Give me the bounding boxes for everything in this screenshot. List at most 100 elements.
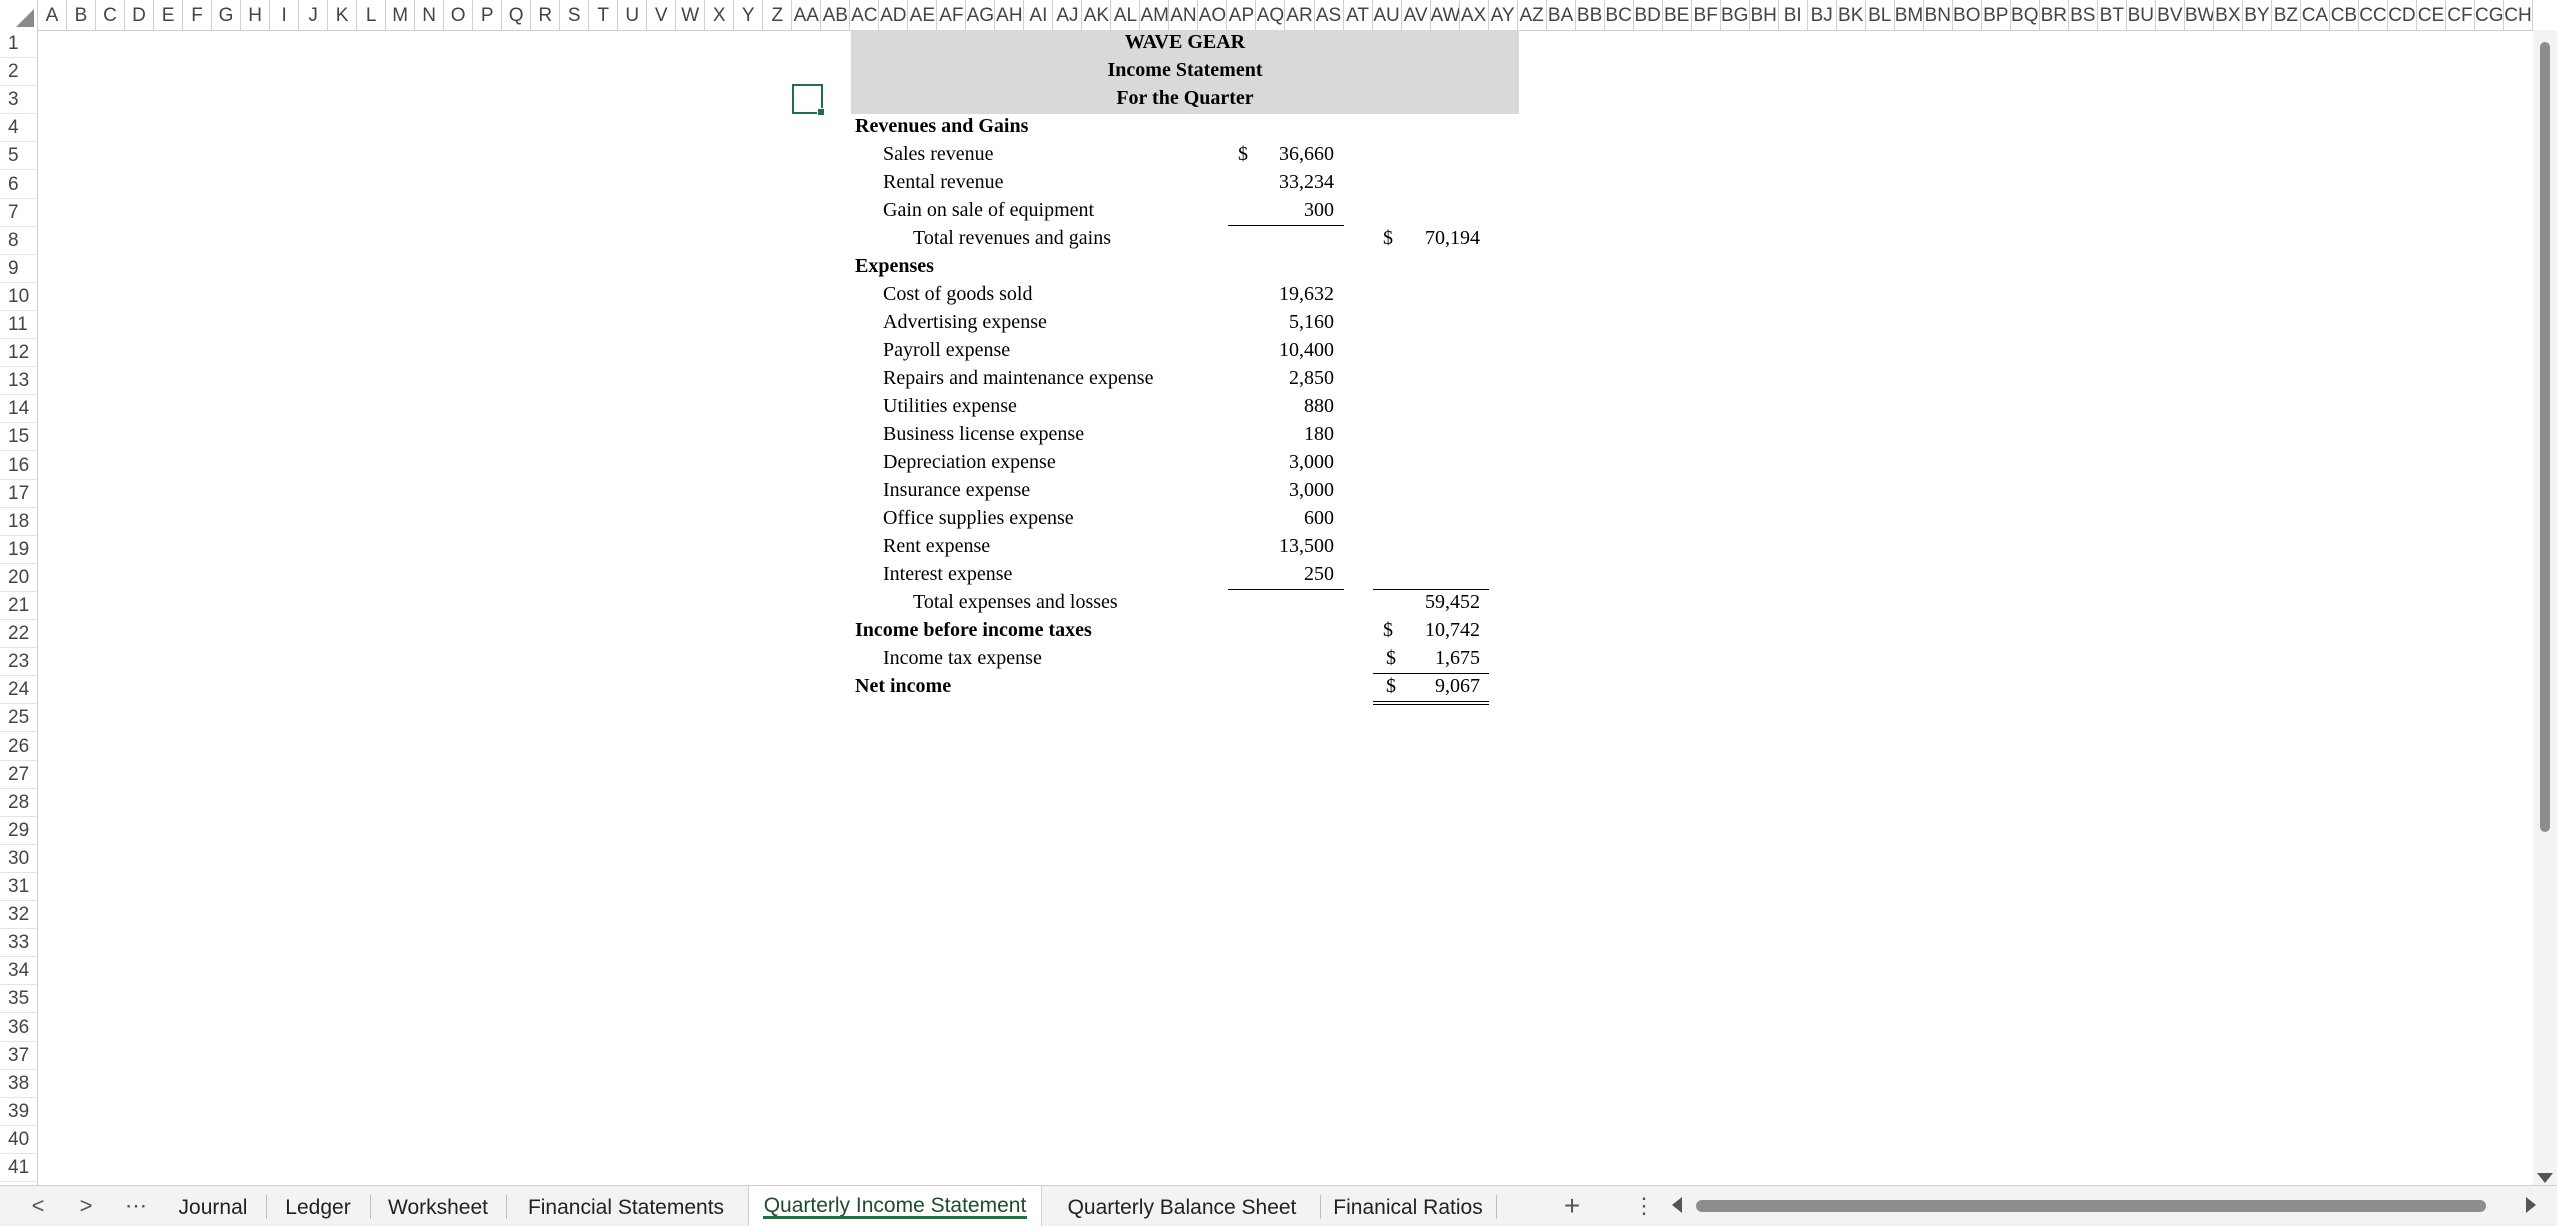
next-sheet-button[interactable]: > <box>66 1186 106 1226</box>
row-header[interactable]: 12 <box>0 339 37 368</box>
total-revenues-amount[interactable]: 70,194 <box>1400 227 1480 250</box>
sheet-options-button[interactable]: ⋮ <box>1624 1186 1664 1226</box>
column-header[interactable]: AZ <box>1518 0 1547 30</box>
row-header[interactable]: 34 <box>0 957 37 986</box>
row-header[interactable]: 29 <box>0 817 37 845</box>
revenue-amount[interactable]: 300 <box>1250 199 1334 222</box>
expense-label[interactable]: Payroll expense <box>883 339 1010 362</box>
column-header[interactable]: A <box>38 0 67 30</box>
column-header[interactable]: U <box>618 0 648 30</box>
column-header[interactable]: Y <box>734 0 764 30</box>
tab-finanical-ratios[interactable]: Finanical Ratios <box>1320 1186 1496 1226</box>
row-header[interactable]: 1 <box>0 30 37 59</box>
tab-quarterly-balance-sheet[interactable]: Quarterly Balance Sheet <box>1044 1186 1320 1226</box>
total-expenses-label[interactable]: Total expenses and losses <box>913 591 1118 614</box>
column-header[interactable]: BL <box>1866 0 1895 30</box>
row-header[interactable]: 37 <box>0 1042 37 1070</box>
expense-label[interactable]: Repairs and maintenance expense <box>883 367 1153 390</box>
tab-financial-statements[interactable]: Financial Statements <box>506 1186 746 1226</box>
row-header[interactable]: 2 <box>0 58 37 87</box>
row-header[interactable]: 28 <box>0 789 37 817</box>
column-header[interactable]: F <box>183 0 213 30</box>
column-header[interactable]: AI <box>1024 0 1054 30</box>
column-header[interactable]: BP <box>1982 0 2011 30</box>
expense-amount[interactable]: 5,160 <box>1250 311 1334 334</box>
expense-label[interactable]: Depreciation expense <box>883 451 1056 474</box>
column-header[interactable]: AK <box>1082 0 1112 30</box>
tax-expense-amount[interactable]: 1,675 <box>1400 647 1480 670</box>
column-header[interactable]: CG <box>2475 0 2504 30</box>
row-header[interactable]: 39 <box>0 1098 37 1126</box>
tab-journal[interactable]: Journal <box>160 1186 266 1226</box>
row-header[interactable]: 24 <box>0 676 37 705</box>
column-header[interactable]: AW <box>1431 0 1460 30</box>
expense-label[interactable]: Cost of goods sold <box>883 283 1032 306</box>
expense-amount[interactable]: 10,400 <box>1250 339 1334 362</box>
column-header[interactable]: BQ <box>2011 0 2040 30</box>
row-header[interactable]: 32 <box>0 901 37 930</box>
column-header[interactable]: C <box>96 0 126 30</box>
column-header[interactable]: AS <box>1315 0 1344 30</box>
column-header[interactable]: BW <box>2185 0 2214 30</box>
row-header[interactable]: 40 <box>0 1126 37 1154</box>
column-header[interactable]: V <box>647 0 677 30</box>
column-header[interactable]: M <box>386 0 416 30</box>
selected-cell[interactable] <box>792 84 825 116</box>
column-header[interactable]: S <box>560 0 590 30</box>
column-header[interactable]: BX <box>2214 0 2243 30</box>
row-header[interactable]: 26 <box>0 733 37 761</box>
statement-title[interactable]: Income Statement <box>851 59 1519 82</box>
row-header[interactable]: 17 <box>0 480 37 508</box>
column-header[interactable]: AA <box>792 0 822 30</box>
column-header[interactable]: BU <box>2127 0 2156 30</box>
vertical-scroll-thumb[interactable] <box>2540 42 2550 832</box>
expenses-header[interactable]: Expenses <box>855 255 934 278</box>
column-header[interactable]: BI <box>1779 0 1808 30</box>
expense-amount[interactable]: 3,000 <box>1250 479 1334 502</box>
expense-label[interactable]: Insurance expense <box>883 479 1030 502</box>
scroll-down-arrow-icon[interactable] <box>2537 1173 2553 1183</box>
column-header[interactable]: AO <box>1198 0 1228 30</box>
row-header[interactable]: 5 <box>0 142 37 171</box>
tab-ledger[interactable]: Ledger <box>266 1186 370 1226</box>
column-header[interactable]: AT <box>1344 0 1373 30</box>
column-header[interactable]: AB <box>821 0 851 30</box>
revenue-label[interactable]: Gain on sale of equipment <box>883 199 1094 222</box>
net-income-amount[interactable]: 9,067 <box>1400 675 1480 698</box>
column-header[interactable]: BY <box>2243 0 2272 30</box>
revenue-amount[interactable]: 36,660 <box>1250 143 1334 166</box>
row-header[interactable]: 41 <box>0 1154 37 1183</box>
fill-handle[interactable] <box>817 108 825 116</box>
column-header[interactable]: BD <box>1634 0 1663 30</box>
revenue-label[interactable]: Rental revenue <box>883 171 1004 194</box>
column-header[interactable]: AR <box>1286 0 1315 30</box>
row-header[interactable]: 38 <box>0 1070 37 1098</box>
column-header[interactable]: BB <box>1576 0 1605 30</box>
row-header[interactable]: 16 <box>0 452 37 480</box>
row-header[interactable]: 18 <box>0 508 37 536</box>
column-header[interactable]: CF <box>2446 0 2475 30</box>
tab-quarterly-income-statement[interactable]: Quarterly Income Statement <box>748 1186 1042 1226</box>
revenue-label[interactable]: Sales revenue <box>883 143 994 166</box>
expense-label[interactable]: Utilities expense <box>883 395 1017 418</box>
column-header[interactable]: P <box>473 0 503 30</box>
prev-sheet-button[interactable]: < <box>18 1186 58 1226</box>
income-before-tax-amount[interactable]: 10,742 <box>1400 619 1480 642</box>
column-header[interactable]: AP <box>1227 0 1257 30</box>
column-header[interactable]: AG <box>966 0 996 30</box>
revenue-amount[interactable]: 33,234 <box>1250 171 1334 194</box>
column-header[interactable]: AE <box>908 0 938 30</box>
row-header[interactable]: 23 <box>0 648 37 677</box>
column-header[interactable]: BG <box>1721 0 1750 30</box>
row-header[interactable]: 15 <box>0 423 37 452</box>
column-header[interactable]: L <box>357 0 387 30</box>
row-header[interactable]: 36 <box>0 1014 37 1042</box>
row-header[interactable]: 3 <box>0 86 37 115</box>
column-header[interactable]: BH <box>1750 0 1779 30</box>
column-header[interactable]: AQ <box>1256 0 1286 30</box>
row-header[interactable]: 7 <box>0 199 37 227</box>
column-header[interactable]: B <box>67 0 96 30</box>
column-header[interactable]: O <box>444 0 474 30</box>
column-header[interactable]: AN <box>1169 0 1199 30</box>
expense-label[interactable]: Advertising expense <box>883 311 1047 334</box>
